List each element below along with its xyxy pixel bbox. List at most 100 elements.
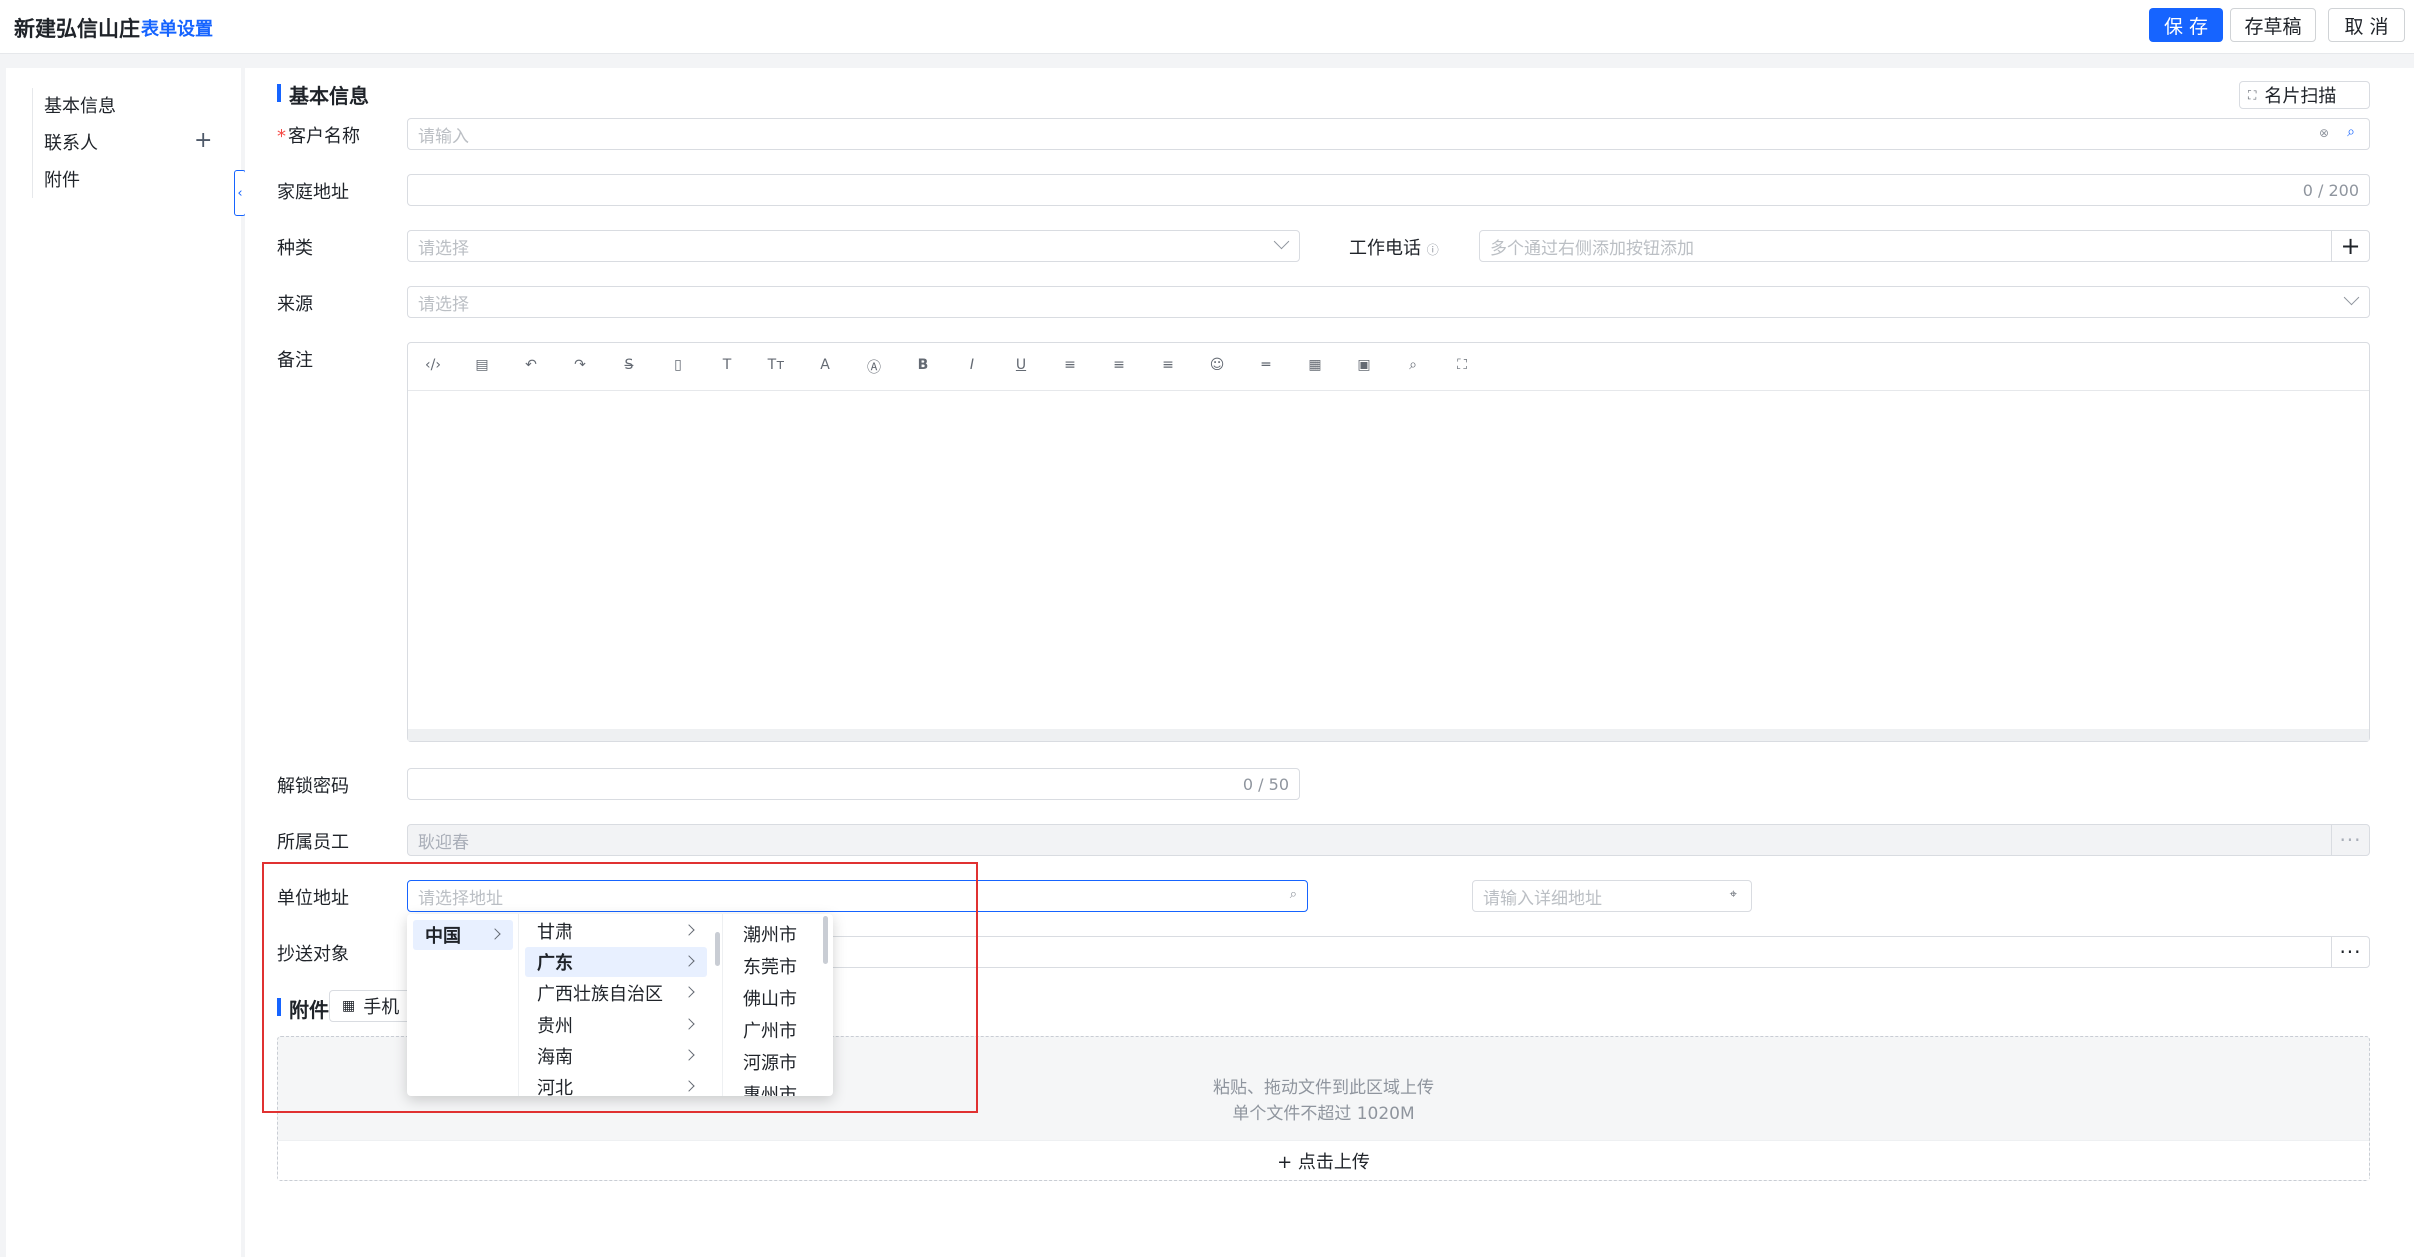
province-option-label: 广西壮族自治区 — [537, 984, 663, 1005]
province-option[interactable]: 海南 — [525, 1041, 707, 1071]
city-scrollbar[interactable] — [823, 916, 828, 964]
strikethrough-icon[interactable]: S̶ — [618, 357, 640, 373]
customer-name-input[interactable]: 请输入 ⊗ ⌕ — [407, 118, 2370, 150]
heading-icon[interactable]: Tт — [765, 357, 787, 373]
province-column: 甘肃 广东 广西壮族自治区 贵州 海南 河北 — [519, 914, 723, 1096]
italic-icon[interactable]: I — [961, 357, 983, 373]
location-pin-icon[interactable]: ⌖ — [1730, 887, 1737, 902]
work-phone-placeholder: 多个通过右侧添加按钮添加 — [1490, 238, 1694, 259]
city-option[interactable]: 佛山市 — [729, 983, 819, 1013]
remark-rich-text-editor[interactable]: ‹/› ▤ ↶ ↷ S̶ ▯ T Tт A Ⓐ B I U ≡ ≡ ≡ ☺ ═ ▦ ▣ ⌕ ⛶ — [407, 342, 2370, 742]
detail-address-input[interactable]: 请输入详细地址 ⌖ — [1472, 880, 1752, 912]
card-scan-button[interactable]: ⛶ 名片扫描 — [2239, 81, 2370, 109]
add-contact-icon[interactable]: + — [194, 128, 212, 153]
qr-code-icon: ▦ — [342, 998, 356, 1014]
sidebar-item-contacts[interactable]: 联系人 — [44, 129, 98, 155]
employee-value: 耿迎春 — [418, 832, 469, 853]
province-option[interactable]: 河北 — [525, 1072, 707, 1096]
province-option[interactable]: 广西壮族自治区 — [525, 978, 707, 1008]
category-select[interactable]: 请选择 — [407, 230, 1300, 262]
font-size-icon[interactable]: T — [716, 357, 738, 373]
home-address-label: 家庭地址 — [277, 182, 349, 203]
employee-label: 所属员工 — [277, 832, 349, 853]
emoji-icon[interactable]: ☺ — [1206, 357, 1228, 373]
page-title: 新建弘信山庄 — [14, 17, 140, 41]
home-address-counter: 0 / 200 — [2302, 181, 2359, 200]
chevron-right-icon — [683, 955, 695, 967]
remark-label: 备注 — [277, 350, 313, 371]
chevron-right-icon — [683, 1018, 695, 1030]
cc-more-button[interactable]: ··· — [2331, 936, 2369, 968]
city-option[interactable]: 潮州市 — [729, 919, 819, 949]
unlock-password-input[interactable]: 0 / 50 — [407, 768, 1300, 800]
customer-name-placeholder: 请输入 — [418, 126, 469, 147]
click-upload-button[interactable]: + 点击上传 — [278, 1140, 2369, 1180]
cc-label: 抄送对象 — [277, 944, 349, 965]
sidebar-item-basic-info[interactable]: 基本信息 — [44, 92, 116, 118]
code-icon[interactable]: ‹/› — [422, 357, 444, 373]
country-column: 中国 — [407, 914, 519, 1096]
province-option[interactable]: 甘肃 — [525, 916, 707, 946]
city-column: 潮州市 东莞市 佛山市 广州市 河源市 惠州市 — [723, 914, 833, 1096]
align-center-icon[interactable]: ≡ — [1108, 357, 1130, 373]
form-settings-link[interactable]: 表单设置 — [141, 15, 213, 41]
city-option[interactable]: 东莞市 — [729, 951, 819, 981]
background-color-icon[interactable]: Ⓐ — [863, 357, 885, 377]
search-icon: ⌕ — [1289, 887, 1297, 902]
document-icon[interactable]: ▯ — [667, 357, 689, 373]
employee-input: 耿迎春 ··· — [407, 824, 2370, 856]
scan-icon: ⛶ — [2248, 87, 2257, 102]
image-icon[interactable]: ▣ — [1353, 357, 1375, 373]
chevron-right-icon — [683, 1080, 695, 1092]
save-draft-button[interactable]: 存草稿 — [2230, 8, 2316, 42]
detail-address-placeholder: 请输入详细地址 — [1483, 888, 1602, 909]
country-option[interactable]: 中国 — [413, 920, 513, 950]
source-placeholder: 请选择 — [418, 294, 469, 315]
home-address-input[interactable]: 0 / 200 — [407, 174, 2370, 206]
city-option[interactable]: 广州市 — [729, 1015, 819, 1045]
underline-icon[interactable]: U — [1010, 357, 1032, 373]
chevron-right-icon — [683, 924, 695, 936]
fullscreen-icon[interactable]: ⛶ — [1451, 357, 1473, 373]
font-color-icon[interactable]: A — [814, 357, 836, 373]
chevron-right-icon — [683, 1049, 695, 1061]
chevron-right-icon — [683, 986, 695, 998]
editor-resize-bar[interactable] — [408, 729, 2369, 741]
unlock-password-label: 解锁密码 — [277, 776, 349, 797]
company-address-label: 单位地址 — [277, 888, 349, 909]
province-option-label: 广东 — [537, 953, 573, 974]
undo-icon[interactable]: ↶ — [520, 357, 542, 373]
search-icon[interactable]: ⌕ — [2347, 124, 2355, 140]
work-phone-input[interactable]: 多个通过右侧添加按钮添加 + — [1479, 230, 2370, 262]
align-right-icon[interactable]: ≡ — [1157, 357, 1179, 373]
city-option[interactable]: 惠州市 — [729, 1079, 819, 1096]
province-option-label: 河北 — [537, 1078, 573, 1096]
cancel-button[interactable]: 取 消 — [2328, 8, 2405, 42]
help-icon[interactable]: ⓘ — [1427, 243, 1439, 257]
table-icon[interactable]: ▦ — [1304, 357, 1326, 373]
sidebar-item-attachments[interactable]: 附件 — [44, 166, 80, 192]
horizontal-rule-icon[interactable]: ═ — [1255, 357, 1277, 373]
source-label: 来源 — [277, 294, 313, 315]
mobile-upload-label: 手机 — [363, 997, 400, 1018]
unlock-password-counter: 0 / 50 — [1242, 775, 1289, 794]
bold-icon[interactable]: B — [912, 357, 934, 373]
customer-name-label: * 客户名称 — [277, 122, 360, 148]
city-option[interactable]: 河源市 — [729, 1047, 819, 1077]
company-address-select[interactable]: 请选择地址 ⌕ — [407, 880, 1308, 912]
source-select[interactable]: 请选择 — [407, 286, 2370, 318]
align-left-icon[interactable]: ≡ — [1059, 357, 1081, 373]
province-scrollbar[interactable] — [715, 932, 720, 966]
clear-icon[interactable]: ⊗ — [2319, 126, 2329, 140]
redo-icon[interactable]: ↷ — [569, 357, 591, 373]
template-icon[interactable]: ▤ — [471, 357, 493, 373]
add-phone-button[interactable]: + — [2331, 230, 2369, 262]
attachment-icon[interactable]: ⌕ — [1402, 357, 1424, 373]
category-placeholder: 请选择 — [418, 238, 469, 259]
save-button[interactable]: 保 存 — [2149, 8, 2223, 42]
card-scan-label: 名片扫描 — [2264, 86, 2337, 107]
province-option[interactable]: 贵州 — [525, 1010, 707, 1040]
section-nav-sidebar: 基本信息 联系人 + 附件 — [6, 68, 241, 1257]
work-phone-label-text: 工作电话 — [1349, 238, 1421, 259]
province-option[interactable]: 广东 — [525, 947, 707, 977]
